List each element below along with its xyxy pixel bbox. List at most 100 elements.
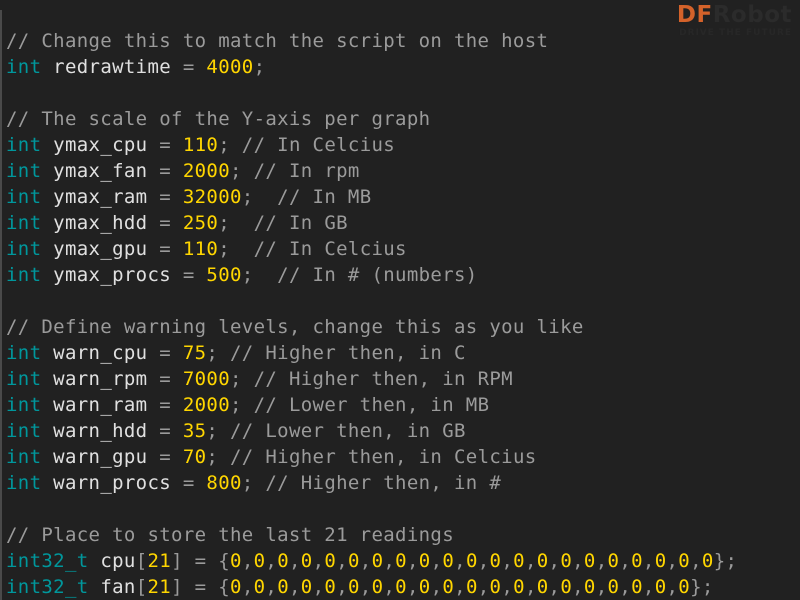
code-token-id: warn_hdd — [41, 420, 159, 442]
code-token-pun: , — [360, 550, 372, 572]
code-token-pun: ; — [242, 472, 254, 494]
code-token-pun: ; — [206, 420, 218, 442]
code-token-pun: ; — [242, 186, 254, 208]
code-line: int ymax_hdd = 250; // In GB — [6, 210, 737, 236]
code-line: int redrawtime = 4000; — [6, 54, 737, 80]
code-token-num: 0 — [513, 550, 525, 572]
code-token-num: 32000 — [183, 186, 242, 208]
code-token-id: warn_ram — [41, 394, 159, 416]
code-token-id: warn_procs — [41, 472, 182, 494]
source-code-text[interactable]: // Change this to match the script on th… — [6, 28, 737, 600]
code-token-pun: , — [242, 576, 254, 598]
code-token-pun: , — [572, 576, 584, 598]
code-token-cm: // In rpm — [242, 160, 360, 182]
code-token-num: 0 — [372, 576, 384, 598]
code-token-num: 0 — [631, 550, 643, 572]
code-token-num: 0 — [419, 550, 431, 572]
code-token-id: ymax_cpu — [41, 134, 159, 156]
code-token-kw: int — [6, 186, 41, 208]
code-token-num: 35 — [183, 420, 207, 442]
code-token-num: 0 — [442, 576, 454, 598]
code-line: int ymax_cpu = 110; // In Celcius — [6, 132, 737, 158]
code-token-id: ymax_gpu — [41, 238, 159, 260]
code-token-pun: , — [501, 550, 513, 572]
code-line: // Change this to match the script on th… — [6, 28, 737, 54]
code-token-num: 21 — [147, 550, 171, 572]
code-line: int ymax_ram = 32000; // In MB — [6, 184, 737, 210]
code-token-pun: , — [265, 550, 277, 572]
code-token-op: = — [159, 368, 183, 390]
code-token-kw: int — [6, 394, 41, 416]
code-token-num: 0 — [702, 550, 714, 572]
code-token-pun: , — [313, 550, 325, 572]
code-token-num: 0 — [277, 550, 289, 572]
code-token-pun: , — [336, 576, 348, 598]
code-token-num: 21 — [147, 576, 171, 598]
code-token-num: 110 — [183, 238, 218, 260]
code-token-num: 0 — [466, 550, 478, 572]
code-token-cm: // Higher then, in # — [254, 472, 502, 494]
code-token-num: 110 — [183, 134, 218, 156]
code-token-kw: int — [6, 56, 41, 78]
code-token-pun: ; — [206, 342, 218, 364]
code-token-num: 0 — [372, 550, 384, 572]
code-token-num: 0 — [608, 550, 620, 572]
code-line: int warn_gpu = 70; // Higher then, in Ce… — [6, 444, 737, 470]
code-token-pun: ; — [230, 394, 242, 416]
code-token-pun: , — [478, 576, 490, 598]
code-token-pun: ; — [230, 368, 242, 390]
code-token-num: 0 — [560, 550, 572, 572]
code-token-op: = — [159, 160, 183, 182]
code-editor[interactable]: DFRobot DRIVE THE FUTURE // Change this … — [0, 0, 800, 600]
code-token-pun: , — [643, 576, 655, 598]
code-token-op: = — [183, 472, 207, 494]
code-token-num: 0 — [678, 576, 690, 598]
code-token-num: 70 — [183, 446, 207, 468]
code-token-kw: int — [6, 238, 41, 260]
code-token-pun: ; — [242, 264, 254, 286]
code-token-pun: , — [619, 550, 631, 572]
code-token-op: = — [159, 394, 183, 416]
code-token-pun: ; — [206, 446, 218, 468]
code-token-num: 0 — [537, 550, 549, 572]
code-token-num: 0 — [277, 576, 289, 598]
code-token-pun: ] — [171, 550, 195, 572]
code-token-cm: // Define warning levels, change this as… — [6, 316, 584, 338]
code-token-pun: [ — [136, 576, 148, 598]
code-token-pun: , — [242, 550, 254, 572]
code-token-cm: // Higher then, in Celcius — [218, 446, 536, 468]
code-token-pun: , — [407, 576, 419, 598]
code-token-num: 0 — [678, 550, 690, 572]
code-token-id: fan — [89, 576, 136, 598]
code-token-op: = — [159, 212, 183, 234]
code-token-id: ymax_ram — [41, 186, 159, 208]
code-token-pun: ; — [218, 212, 230, 234]
code-token-num: 4000 — [206, 56, 253, 78]
code-token-pun: , — [454, 550, 466, 572]
code-token-num: 0 — [301, 550, 313, 572]
code-token-id: warn_gpu — [41, 446, 159, 468]
code-token-num: 0 — [254, 576, 266, 598]
code-token-pun: , — [501, 576, 513, 598]
code-line: int ymax_procs = 500; // In # (numbers) — [6, 262, 737, 288]
code-token-pun: , — [289, 550, 301, 572]
code-token-kw: int — [6, 160, 41, 182]
code-token-num: 0 — [584, 576, 596, 598]
code-token-pun: { — [218, 576, 230, 598]
code-token-num: 2000 — [183, 160, 230, 182]
code-token-pun: , — [289, 576, 301, 598]
code-token-id: warn_rpm — [41, 368, 159, 390]
code-token-num: 500 — [206, 264, 241, 286]
code-token-cm: // Change this to match the script on th… — [6, 30, 548, 52]
code-line: // Place to store the last 21 readings — [6, 522, 737, 548]
code-token-num: 0 — [324, 550, 336, 572]
code-token-pun: , — [336, 550, 348, 572]
code-token-op: = — [159, 134, 183, 156]
code-token-op: = — [159, 342, 183, 364]
code-token-pun: , — [407, 550, 419, 572]
code-token-num: 0 — [631, 576, 643, 598]
code-token-num: 0 — [419, 576, 431, 598]
code-token-pun: , — [572, 550, 584, 572]
code-token-op: = — [195, 550, 219, 572]
code-token-kw: int — [6, 212, 41, 234]
